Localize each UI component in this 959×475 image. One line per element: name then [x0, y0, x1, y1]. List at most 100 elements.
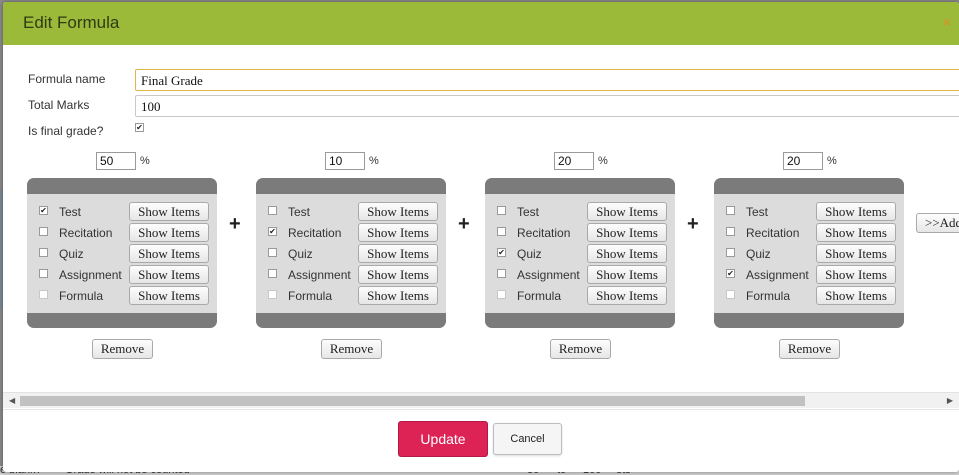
- show-items-button[interactable]: Show Items: [587, 265, 667, 284]
- item-type-checkbox[interactable]: [39, 206, 48, 215]
- item-type-checkbox[interactable]: [39, 290, 48, 299]
- item-type-label: Quiz: [288, 247, 313, 261]
- total-marks-input[interactable]: 100: [135, 95, 959, 117]
- show-items-button[interactable]: Show Items: [587, 223, 667, 242]
- item-type-checkbox[interactable]: [497, 269, 506, 278]
- panel-footer-bar: [256, 313, 446, 328]
- panel-header-bar: [714, 178, 904, 194]
- show-items-button[interactable]: Show Items: [358, 223, 438, 242]
- item-type-label: Formula: [517, 289, 562, 303]
- update-button[interactable]: Update: [398, 421, 488, 457]
- scrollbar-thumb[interactable]: [20, 396, 805, 406]
- item-type-label: Test: [746, 205, 769, 219]
- show-items-button[interactable]: Show Items: [129, 223, 209, 242]
- item-type-checkbox[interactable]: [268, 248, 277, 257]
- show-items-button[interactable]: Show Items: [816, 244, 896, 263]
- percent-sign: %: [369, 155, 379, 167]
- item-type-label: Formula: [288, 289, 333, 303]
- scroll-left-arrow-icon[interactable]: ◀: [9, 396, 15, 405]
- item-type-label: Formula: [59, 289, 104, 303]
- panel-footer-bar: [485, 313, 675, 328]
- dialog-titlebar: Edit Formula ×: [3, 2, 959, 45]
- item-type-checkbox[interactable]: [726, 290, 735, 299]
- show-items-button[interactable]: Show Items: [358, 244, 438, 263]
- remove-component-button[interactable]: Remove: [550, 339, 611, 359]
- is-final-grade-checkbox[interactable]: [135, 123, 144, 132]
- item-type-checkbox[interactable]: [726, 269, 735, 278]
- percent-input[interactable]: 50: [96, 152, 136, 170]
- item-type-checkbox[interactable]: [497, 206, 506, 215]
- percent-sign: %: [140, 155, 150, 167]
- add-component-button[interactable]: >>Add: [916, 213, 959, 233]
- percent-sign: %: [827, 155, 837, 167]
- item-type-checkbox[interactable]: [39, 227, 48, 236]
- show-items-button[interactable]: Show Items: [358, 265, 438, 284]
- item-type-label: Recitation: [746, 226, 800, 240]
- item-type-checkbox[interactable]: [268, 269, 277, 278]
- show-items-button[interactable]: Show Items: [587, 202, 667, 221]
- item-type-checkbox[interactable]: [268, 206, 277, 215]
- item-type-label: Recitation: [517, 226, 571, 240]
- component-panel: Test Show Items Recitation Show Items Quiz Sh…: [485, 178, 675, 328]
- show-items-button[interactable]: Show Items: [129, 265, 209, 284]
- show-items-button[interactable]: Show Items: [129, 244, 209, 263]
- item-type-label: Assignment: [288, 268, 351, 282]
- show-items-button[interactable]: Show Items: [129, 286, 209, 305]
- item-type-checkbox[interactable]: [726, 206, 735, 215]
- percent-input[interactable]: 20: [554, 152, 594, 170]
- plus-operator: +: [229, 213, 241, 235]
- item-type-label: Quiz: [746, 247, 771, 261]
- cancel-button[interactable]: Cancel: [493, 423, 562, 455]
- item-type-label: Test: [517, 205, 540, 219]
- item-type-checkbox[interactable]: [497, 227, 506, 236]
- item-type-label: Assignment: [59, 268, 122, 282]
- percent-input[interactable]: 20: [783, 152, 823, 170]
- item-type-checkbox[interactable]: [39, 248, 48, 257]
- show-items-button[interactable]: Show Items: [816, 223, 896, 242]
- remove-component-button[interactable]: Remove: [92, 339, 153, 359]
- show-items-button[interactable]: Show Items: [816, 202, 896, 221]
- show-items-button[interactable]: Show Items: [129, 202, 209, 221]
- show-items-button[interactable]: Show Items: [358, 286, 438, 305]
- component-panel: Test Show Items Recitation Show Items Quiz Sh…: [714, 178, 904, 328]
- show-items-button[interactable]: Show Items: [816, 286, 896, 305]
- item-type-label: Test: [59, 205, 82, 219]
- show-items-button[interactable]: Show Items: [587, 286, 667, 305]
- item-type-label: Test: [288, 205, 311, 219]
- item-type-checkbox[interactable]: [497, 248, 506, 257]
- item-type-label: Assignment: [746, 268, 809, 282]
- item-type-checkbox[interactable]: [497, 290, 506, 299]
- remove-component-button[interactable]: Remove: [779, 339, 840, 359]
- item-type-label: Assignment: [517, 268, 580, 282]
- item-type-label: Quiz: [517, 247, 542, 261]
- component-panel: Test Show Items Recitation Show Items Quiz Sh…: [27, 178, 217, 328]
- close-icon[interactable]: ×: [943, 14, 951, 30]
- panel-header-bar: [485, 178, 675, 194]
- percent-input[interactable]: 10: [325, 152, 365, 170]
- panel-footer-bar: [714, 313, 904, 328]
- panel-header-bar: [27, 178, 217, 194]
- item-type-label: Formula: [746, 289, 791, 303]
- item-type-label: Quiz: [59, 247, 84, 261]
- horizontal-scrollbar[interactable]: ◀ ▶: [3, 392, 959, 408]
- item-type-checkbox[interactable]: [39, 269, 48, 278]
- panel-header-bar: [256, 178, 446, 194]
- show-items-button[interactable]: Show Items: [358, 202, 438, 221]
- formula-name-label: Formula name: [28, 72, 106, 86]
- plus-operator: +: [687, 213, 699, 235]
- edit-formula-dialog: Edit Formula × Formula name Final Grade …: [3, 2, 959, 472]
- footer-divider: [3, 409, 959, 410]
- item-type-label: Recitation: [59, 226, 113, 240]
- remove-component-button[interactable]: Remove: [321, 339, 382, 359]
- formula-name-input[interactable]: Final Grade: [135, 69, 959, 91]
- percent-sign: %: [598, 155, 608, 167]
- scroll-right-arrow-icon[interactable]: ▶: [947, 396, 953, 405]
- item-type-checkbox[interactable]: [726, 227, 735, 236]
- total-marks-label: Total Marks: [28, 98, 90, 112]
- show-items-button[interactable]: Show Items: [587, 244, 667, 263]
- item-type-checkbox[interactable]: [726, 248, 735, 257]
- item-type-checkbox[interactable]: [268, 227, 277, 236]
- show-items-button[interactable]: Show Items: [816, 265, 896, 284]
- panel-footer-bar: [27, 313, 217, 328]
- item-type-checkbox[interactable]: [268, 290, 277, 299]
